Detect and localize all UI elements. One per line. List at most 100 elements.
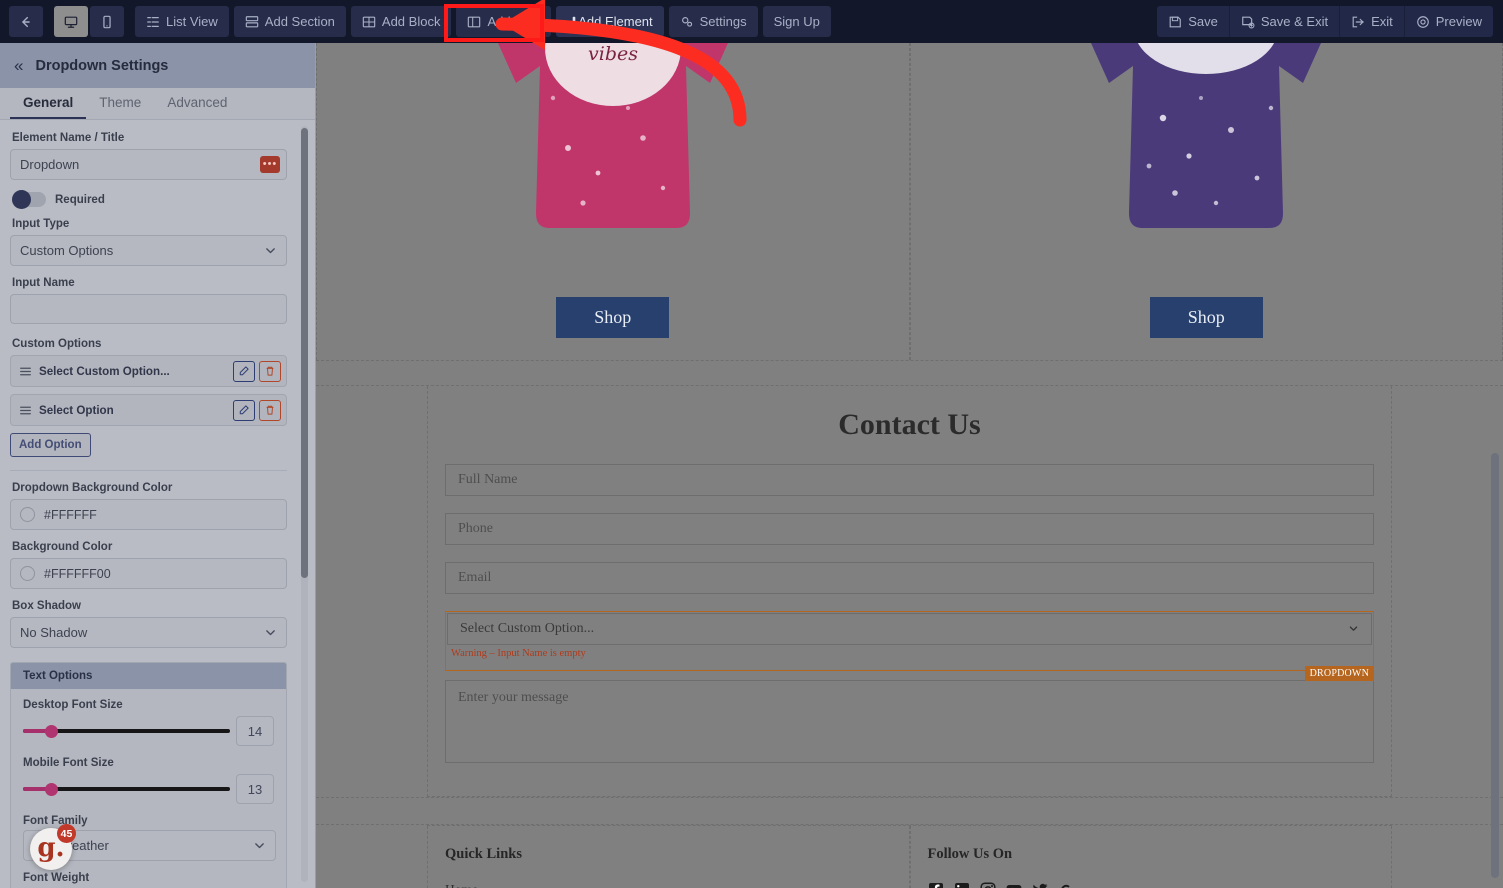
mobile-font-size-value[interactable]: 13 bbox=[235, 774, 274, 804]
dropdown-background-color-input[interactable]: #FFFFFF bbox=[10, 499, 287, 530]
email-input[interactable] bbox=[445, 562, 1374, 594]
panel-title: Dropdown Settings bbox=[35, 57, 169, 74]
edit-option-icon[interactable] bbox=[233, 399, 255, 421]
custom-option-dropdown[interactable]: Select Custom Option... bbox=[447, 613, 1372, 645]
box-shadow-value: No Shadow bbox=[20, 625, 88, 640]
tab-general[interactable]: General bbox=[10, 88, 87, 119]
exit-label: Exit bbox=[1371, 14, 1393, 29]
tab-theme[interactable]: Theme bbox=[86, 88, 154, 119]
list-view-label: List View bbox=[166, 14, 218, 29]
font-weight-label: Font Weight bbox=[23, 872, 90, 884]
back-button[interactable] bbox=[9, 6, 43, 37]
youtube-icon[interactable] bbox=[1006, 882, 1022, 888]
delete-option-icon[interactable] bbox=[259, 360, 281, 382]
required-toggle[interactable] bbox=[12, 190, 46, 209]
slider-thumb[interactable] bbox=[45, 783, 58, 796]
edit-option-icon[interactable] bbox=[233, 360, 255, 382]
save-label: Save bbox=[1188, 14, 1218, 29]
tab-advanced[interactable]: Advanced bbox=[154, 88, 240, 119]
settings-form: Element Name / Title Dropdown ••• Requir… bbox=[0, 120, 315, 888]
top-toolbar: List View Add Section Add Block Add Row bbox=[0, 0, 1503, 43]
arrow-left-icon bbox=[19, 15, 33, 29]
linkedin-icon[interactable] bbox=[954, 882, 970, 888]
required-toggle-row: Required bbox=[12, 190, 303, 209]
custom-option-row[interactable]: Select Custom Option... bbox=[10, 355, 287, 387]
element-name-value: Dropdown bbox=[20, 157, 80, 172]
add-element-button[interactable]: Add Element bbox=[556, 6, 664, 37]
desktop-icon bbox=[64, 15, 78, 29]
color-swatch[interactable] bbox=[20, 566, 35, 581]
instagram-icon[interactable] bbox=[979, 882, 996, 888]
add-block-button[interactable]: Add Block bbox=[350, 6, 452, 37]
custom-option-label: Select Option bbox=[39, 403, 114, 417]
google-icon[interactable] bbox=[1058, 882, 1074, 888]
box-shadow-select[interactable]: No Shadow bbox=[10, 617, 287, 648]
sidebar-scrollbar-thumb[interactable] bbox=[301, 128, 308, 578]
add-section-button[interactable]: Add Section bbox=[233, 6, 346, 37]
device-desktop-button[interactable] bbox=[54, 6, 88, 37]
delete-option-icon[interactable] bbox=[259, 399, 281, 421]
element-type-badge: DROPDOWN bbox=[1304, 666, 1374, 681]
chevron-down-icon bbox=[264, 244, 277, 257]
chevron-down-icon bbox=[253, 839, 266, 852]
element-name-input[interactable]: Dropdown ••• bbox=[10, 149, 287, 180]
sign-up-button[interactable]: Sign Up bbox=[762, 6, 831, 37]
dropdown-background-color-value: #FFFFFF bbox=[44, 507, 97, 522]
preview-button[interactable]: Preview bbox=[1403, 6, 1493, 37]
support-widget-badge[interactable]: g. 45 bbox=[30, 824, 76, 870]
drag-handle-icon[interactable] bbox=[19, 365, 32, 378]
exit-icon bbox=[1351, 15, 1365, 29]
desktop-font-size-value[interactable]: 14 bbox=[235, 716, 274, 746]
footer-columns: Quick Links Home Follow Us On bbox=[427, 825, 1392, 888]
desktop-font-size-slider[interactable] bbox=[23, 725, 230, 738]
canvas-scrollbar-thumb[interactable] bbox=[1491, 453, 1499, 878]
collapse-panel-icon[interactable]: « bbox=[14, 57, 24, 74]
shop-button[interactable]: Shop bbox=[556, 297, 670, 338]
shop-button[interactable]: Shop bbox=[1149, 297, 1263, 338]
color-swatch[interactable] bbox=[20, 507, 35, 522]
toolbar-left-group: List View Add Section Add Block Add Row bbox=[0, 6, 831, 37]
add-option-button[interactable]: Add Option bbox=[10, 433, 91, 457]
footer-link-home[interactable]: Home bbox=[445, 882, 892, 888]
device-mobile-button[interactable] bbox=[90, 6, 124, 37]
support-widget-count: 45 bbox=[57, 824, 76, 843]
mobile-font-size-slider[interactable] bbox=[23, 783, 230, 796]
add-element-label: Add Element bbox=[578, 14, 653, 29]
settings-button[interactable]: Settings bbox=[668, 6, 758, 37]
input-type-value: Custom Options bbox=[20, 243, 114, 258]
text-options-title: Text Options bbox=[11, 663, 286, 689]
contact-title: Contact Us bbox=[838, 408, 981, 441]
product-image-purple: Summer Vibes bbox=[1071, 43, 1341, 268]
add-block-icon bbox=[362, 15, 376, 29]
dropdown-element-selected[interactable]: Select Custom Option... Warning – Input … bbox=[445, 611, 1374, 681]
element-name-label: Element Name / Title bbox=[12, 132, 125, 144]
message-textarea[interactable] bbox=[445, 680, 1374, 763]
custom-option-row[interactable]: Select Option bbox=[10, 394, 287, 426]
product-image-pink: SUMMER vibes bbox=[478, 43, 748, 268]
add-row-button[interactable]: Add Row bbox=[456, 6, 552, 37]
toggle-knob bbox=[12, 190, 31, 209]
dropdown-settings-sidebar: « Dropdown Settings General Theme Advanc… bbox=[0, 43, 316, 888]
input-name-input[interactable] bbox=[10, 294, 287, 324]
save-button[interactable]: Save bbox=[1157, 6, 1229, 37]
custom-options-label: Custom Options bbox=[12, 338, 102, 350]
add-block-label: Add Block bbox=[381, 14, 441, 29]
background-color-input[interactable]: #FFFFFF00 bbox=[10, 558, 287, 589]
exit-button[interactable]: Exit bbox=[1339, 6, 1404, 37]
quick-links-title: Quick Links bbox=[445, 846, 522, 862]
facebook-icon[interactable] bbox=[928, 882, 944, 888]
full-name-input[interactable] bbox=[445, 464, 1374, 496]
save-exit-icon bbox=[1241, 15, 1255, 29]
input-type-select[interactable]: Custom Options bbox=[10, 235, 287, 266]
phone-input[interactable] bbox=[445, 513, 1374, 545]
twitter-icon[interactable] bbox=[1032, 882, 1048, 888]
list-view-button[interactable]: List View bbox=[135, 6, 229, 37]
save-and-exit-button[interactable]: Save & Exit bbox=[1228, 6, 1340, 37]
drag-handle-icon[interactable] bbox=[19, 404, 32, 417]
list-view-icon bbox=[146, 15, 160, 29]
element-name-more-icon[interactable]: ••• bbox=[260, 156, 280, 173]
add-row-icon bbox=[467, 15, 481, 29]
input-name-label: Input Name bbox=[12, 277, 75, 289]
save-icon bbox=[1168, 15, 1182, 29]
slider-thumb[interactable] bbox=[45, 725, 58, 738]
